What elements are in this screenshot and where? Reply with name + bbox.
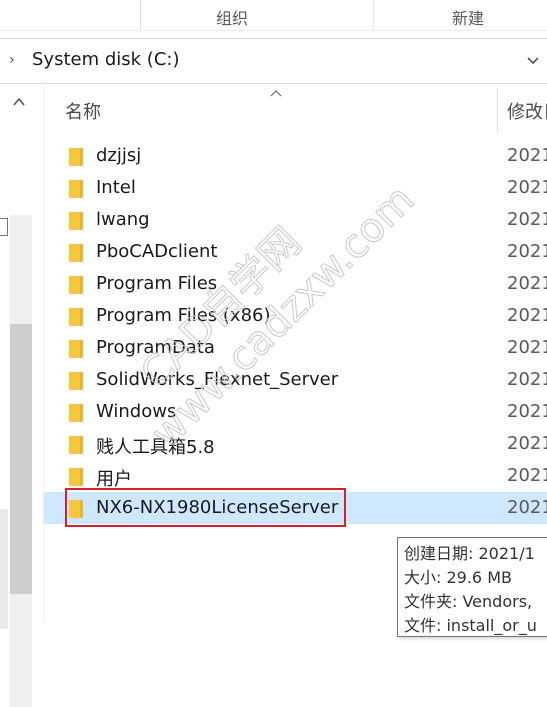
file-date: 2021 [507, 369, 547, 390]
file-list: dzjjsj 2021 Intel 2021 lwang 2021 PboCAD… [44, 140, 547, 524]
tooltip-folders: 文件夹: Vendors, [404, 592, 533, 611]
file-date: 2021 [507, 465, 547, 486]
list-item[interactable]: lwang 2021 [44, 204, 547, 236]
folder-icon [69, 276, 83, 294]
list-item[interactable]: Windows 2021 [44, 396, 547, 428]
file-date: 2021 [507, 241, 547, 262]
folder-icon [69, 180, 83, 198]
list-item[interactable]: Intel 2021 [44, 172, 547, 204]
file-date: 2021 [507, 177, 547, 198]
list-item-selected[interactable]: NX6-NX1980LicenseServer 2021 [44, 492, 547, 524]
file-name: lwang [96, 209, 150, 230]
file-date: 2021 [507, 401, 547, 422]
folder-icon [69, 340, 83, 358]
list-item[interactable]: 贱人工具箱5.8 2021 [44, 428, 547, 460]
file-name: 用户 [96, 469, 132, 490]
file-name: NX6-NX1980LicenseServer [96, 497, 339, 518]
ribbon-bar: 组织 新建 [0, 0, 547, 31]
file-date: 2021 [507, 209, 547, 230]
navigation-pane [0, 84, 44, 707]
folder-icon [69, 244, 83, 262]
list-item[interactable]: ProgramData 2021 [44, 332, 547, 364]
tooltip-size: 大小: 29.6 MB [404, 568, 512, 587]
column-header-date[interactable]: 修改日 [507, 98, 547, 124]
folder-icon [69, 500, 83, 518]
address-bar[interactable]: › System disk (C:) [0, 38, 547, 84]
list-item[interactable]: Program Files 2021 [44, 268, 547, 300]
folder-icon [69, 212, 83, 230]
file-name: Windows [96, 401, 177, 422]
sort-ascending-icon [270, 86, 282, 100]
folder-icon [69, 468, 83, 486]
file-name: dzjjsj [96, 145, 142, 166]
address-path[interactable]: System disk (C:) [32, 49, 179, 70]
tooltip-files: 文件: install_or_u [404, 616, 537, 635]
list-item[interactable]: 用户 2021 [44, 460, 547, 492]
file-date: 2021 [507, 497, 547, 518]
column-separator[interactable] [497, 88, 498, 132]
file-date: 2021 [507, 305, 547, 326]
file-name: ProgramData [96, 337, 215, 358]
ribbon-group-new[interactable]: 新建 [452, 5, 484, 29]
folder-icon [69, 308, 83, 326]
file-name: Intel [96, 177, 136, 198]
list-item[interactable]: SolidWorks_Flexnet_Server 2021 [44, 364, 547, 396]
column-header-name[interactable]: 名称 [65, 98, 101, 124]
file-date: 2021 [507, 433, 547, 454]
tooltip-created: 创建日期: 2021/1 [404, 544, 535, 563]
file-name: PboCADclient [96, 241, 218, 262]
chevron-down-icon[interactable] [526, 50, 542, 70]
list-item[interactable]: dzjjsj 2021 [44, 140, 547, 172]
file-name: SolidWorks_Flexnet_Server [96, 369, 339, 390]
folder-icon [69, 436, 83, 454]
folder-icon [69, 372, 83, 390]
file-date: 2021 [507, 145, 547, 166]
scroll-up-icon[interactable] [12, 94, 26, 112]
ribbon-separator [140, 0, 141, 30]
file-name: Program Files (x86) [96, 305, 271, 326]
nav-scrollbar-thumb[interactable] [10, 324, 32, 594]
list-item[interactable]: PboCADclient 2021 [44, 236, 547, 268]
ribbon-group-organize[interactable]: 组织 [216, 5, 248, 29]
list-item[interactable]: Program Files (x86) 2021 [44, 300, 547, 332]
folder-icon [69, 148, 83, 166]
nav-item-fragment[interactable] [0, 218, 8, 236]
nav-item-highlight [0, 509, 8, 629]
folder-info-tooltip: 创建日期: 2021/1 大小: 29.6 MB 文件夹: Vendors, 文… [397, 537, 547, 637]
folder-icon [69, 404, 83, 422]
ribbon-separator [373, 0, 374, 30]
file-name: Program Files [96, 273, 218, 294]
file-date: 2021 [507, 273, 547, 294]
file-name: 贱人工具箱5.8 [96, 437, 215, 458]
file-date: 2021 [507, 337, 547, 358]
chevron-right-icon[interactable]: › [9, 52, 15, 68]
